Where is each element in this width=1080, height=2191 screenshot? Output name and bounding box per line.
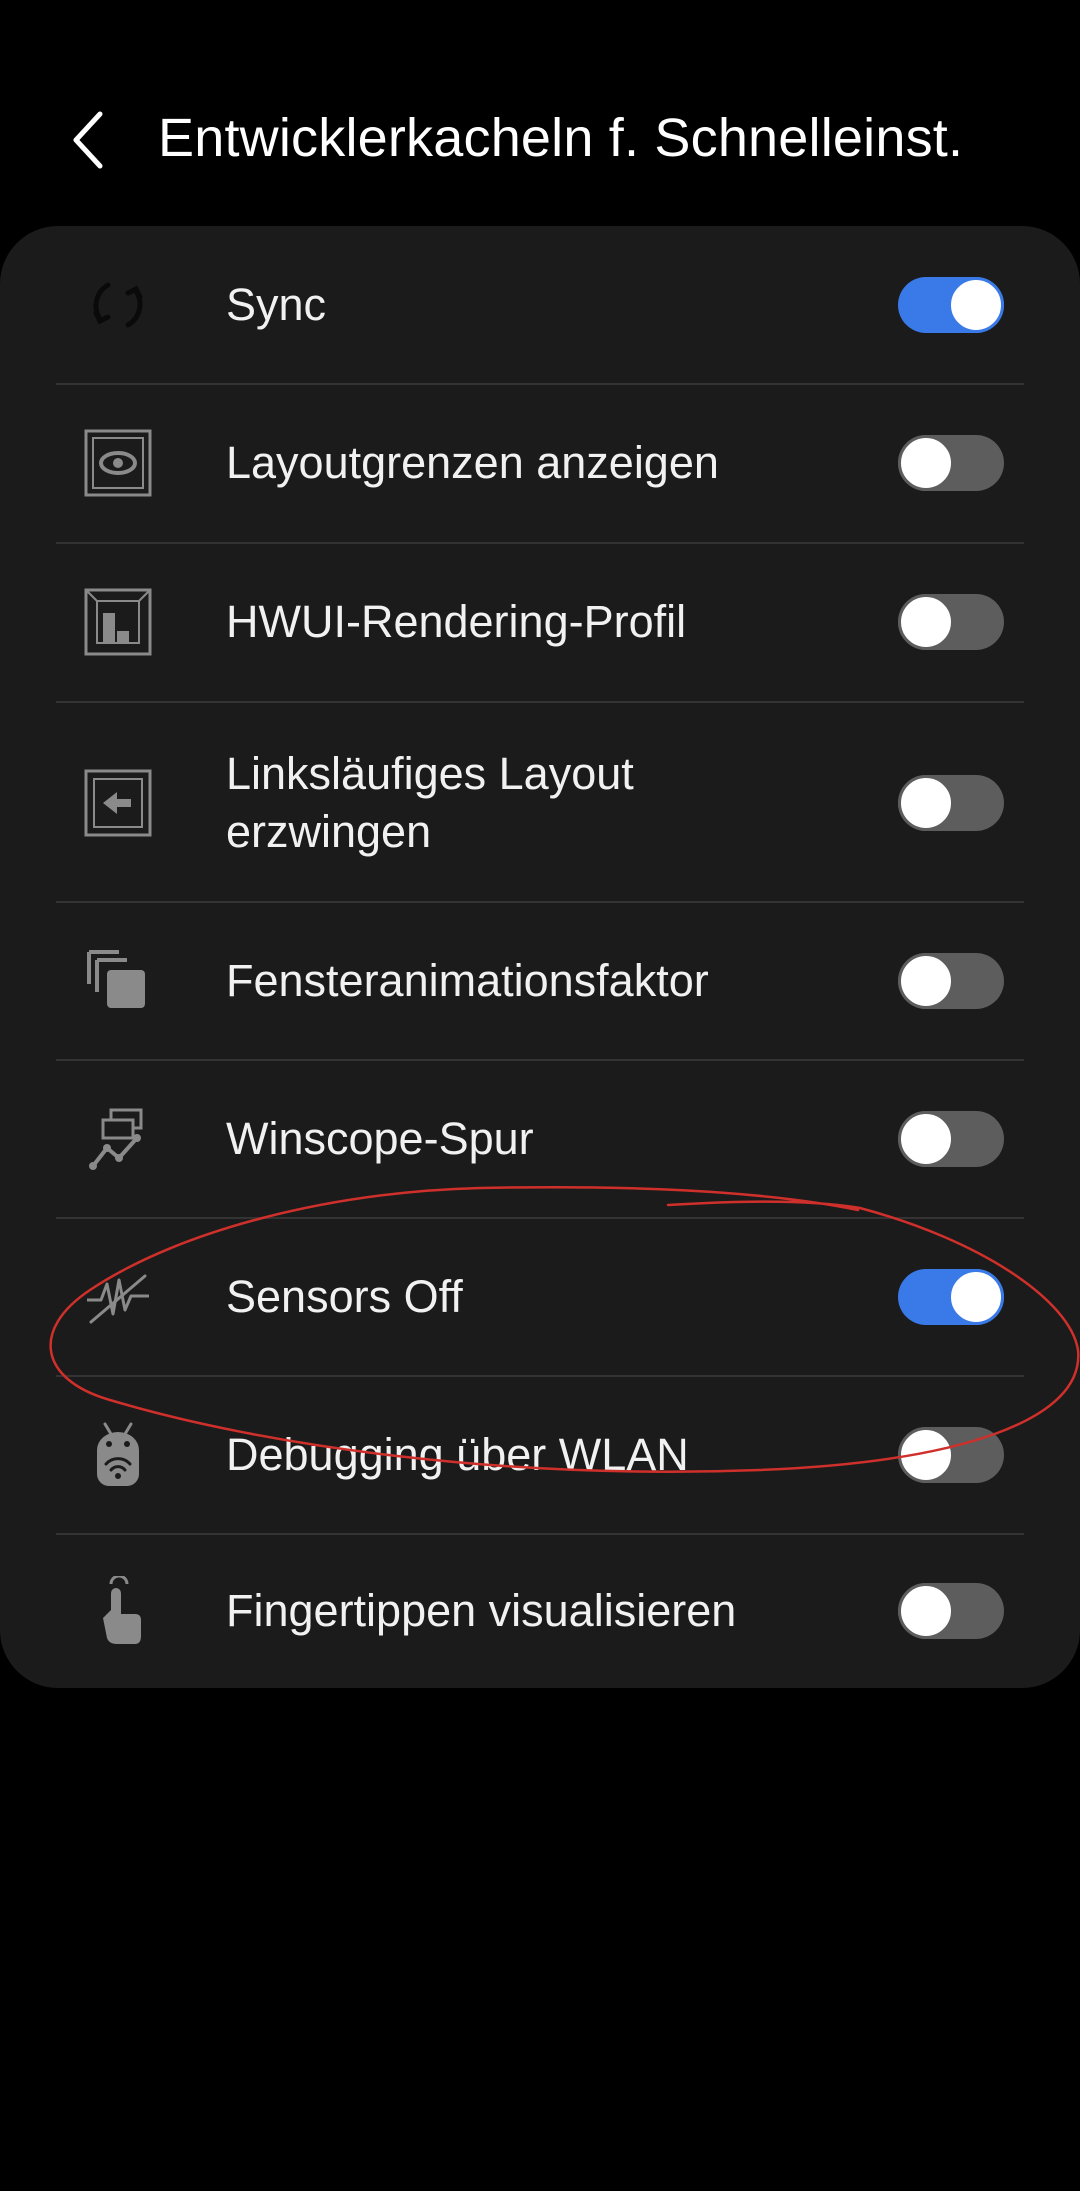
tile-label: Fingertippen visualisieren <box>226 1585 737 1636</box>
tile-row-layout-bounds[interactable]: Layoutgrenzen anzeigen <box>0 385 1080 542</box>
toggle-knob <box>898 1583 954 1639</box>
rtl-layout-toggle[interactable] <box>898 775 1004 831</box>
toggle-knob <box>898 953 954 1009</box>
tile-label: Sync <box>226 279 327 330</box>
window-animation-icon <box>80 943 156 1019</box>
tile-row-sensors-off[interactable]: Sensors Off <box>0 1219 1080 1376</box>
hwui-profile-icon <box>80 584 156 660</box>
toggle-knob <box>898 594 954 650</box>
tile-row-hwui-profile[interactable]: HWUI-Rendering-Profil <box>0 544 1080 701</box>
sensors-off-icon <box>80 1259 156 1335</box>
wifi-debugging-toggle[interactable] <box>898 1427 1004 1483</box>
rtl-layout-icon <box>80 765 156 841</box>
back-button[interactable] <box>56 104 128 176</box>
tile-label: Sensors Off <box>226 1271 463 1322</box>
tile-label: Fensteranimationsfaktor <box>226 955 709 1006</box>
tile-row-wifi-debugging[interactable]: Debugging über WLAN <box>0 1377 1080 1534</box>
sensors-off-toggle[interactable] <box>898 1269 1004 1325</box>
tile-row-rtl-layout[interactable]: Linksläufiges Layout erzwingen <box>0 703 1080 903</box>
tile-label: Linksläufiges Layout erzwingen <box>226 748 634 857</box>
header: Entwicklerkacheln f. Schnelleinst. <box>0 90 1080 190</box>
tile-label: Debugging über WLAN <box>226 1429 689 1480</box>
window-animation-toggle[interactable] <box>898 953 1004 1009</box>
toggle-knob <box>898 435 954 491</box>
toggle-knob <box>948 1269 1004 1325</box>
toggle-knob <box>898 775 954 831</box>
toggle-knob <box>898 1111 954 1167</box>
toggle-knob <box>898 1427 954 1483</box>
developer-tiles-list: Sync Layoutgrenzen anzeigen HWUI-Renderi… <box>0 226 1080 1688</box>
sync-icon <box>80 267 156 343</box>
page-title: Entwicklerkacheln f. Schnelleinst. <box>158 108 964 168</box>
show-taps-toggle[interactable] <box>898 1583 1004 1639</box>
tile-label: Winscope-Spur <box>226 1113 534 1164</box>
layout-bounds-icon <box>80 425 156 501</box>
winscope-trace-icon <box>80 1101 156 1177</box>
toggle-knob <box>948 277 1004 333</box>
tile-label: HWUI-Rendering-Profil <box>226 596 687 647</box>
chevron-left-icon <box>73 111 103 169</box>
tile-row-winscope-trace[interactable]: Winscope-Spur <box>0 1061 1080 1218</box>
tile-label: Layoutgrenzen anzeigen <box>226 437 719 488</box>
tile-row-sync[interactable]: Sync <box>0 226 1080 384</box>
hwui-profile-toggle[interactable] <box>898 594 1004 650</box>
layout-bounds-toggle[interactable] <box>898 435 1004 491</box>
sync-toggle[interactable] <box>898 277 1004 333</box>
wifi-debugging-icon <box>80 1417 156 1493</box>
tile-row-show-taps[interactable]: Fingertippen visualisieren <box>0 1535 1080 1688</box>
show-taps-icon <box>80 1573 156 1649</box>
tile-row-window-animation[interactable]: Fensteranimationsfaktor <box>0 903 1080 1060</box>
winscope-trace-toggle[interactable] <box>898 1111 1004 1167</box>
